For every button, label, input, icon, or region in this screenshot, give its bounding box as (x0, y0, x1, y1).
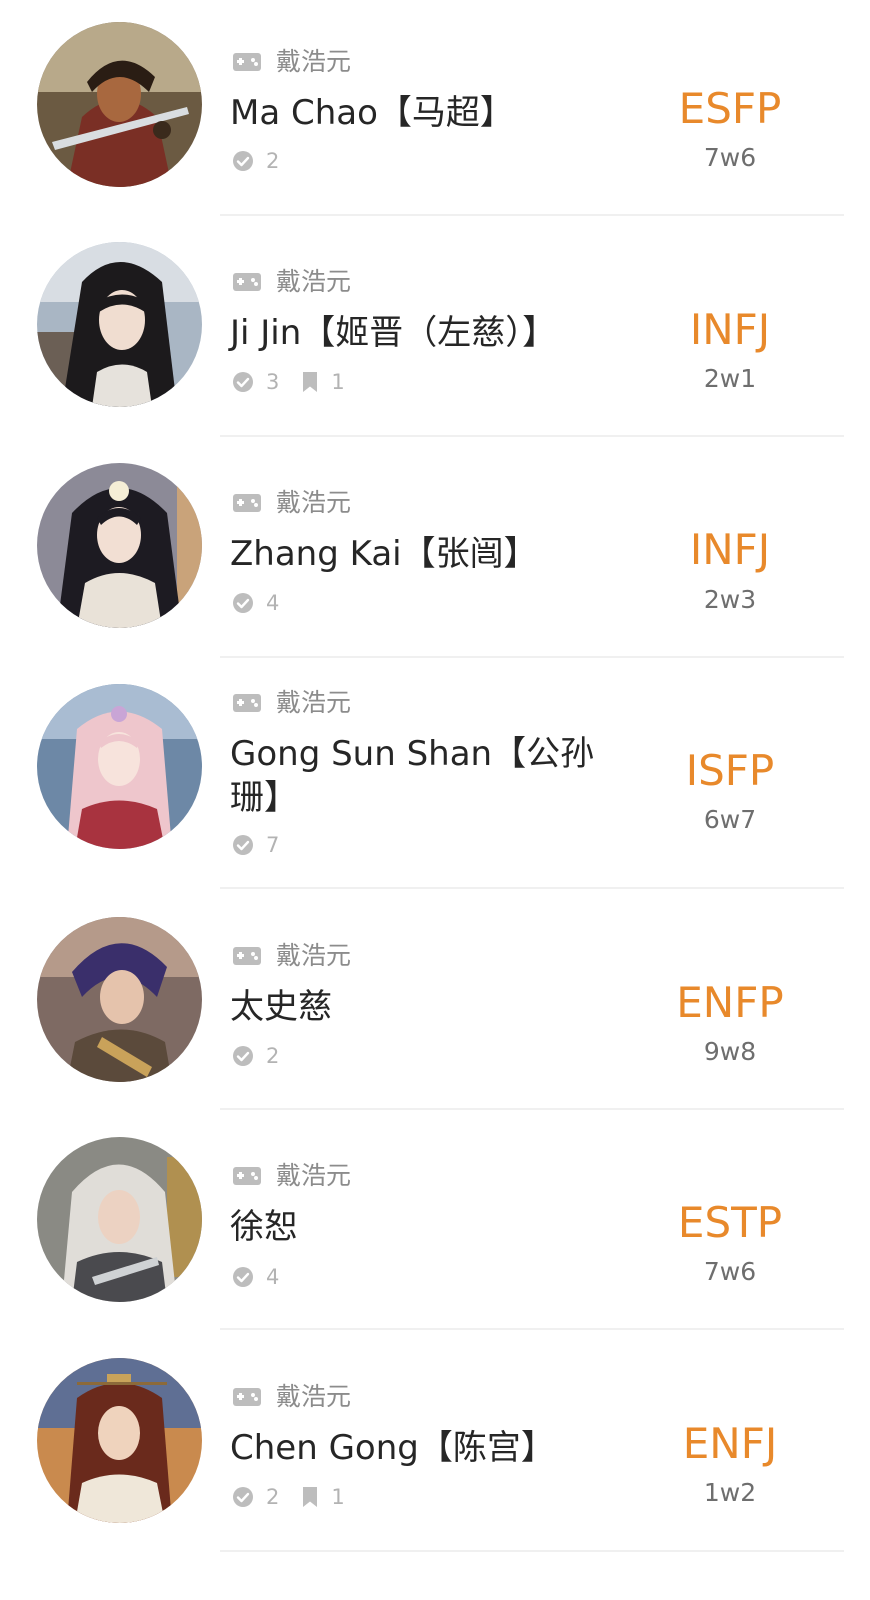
avatar[interactable] (37, 242, 202, 407)
vote-count: 4 (266, 1265, 280, 1289)
list-item[interactable]: 戴浩元 Gong Sun Shan【公孙珊】 7 ISFP 6w7 (0, 662, 870, 890)
source-label: 戴浩元 (276, 1161, 352, 1190)
check-circle-icon (233, 1046, 253, 1066)
gamepad-icon (233, 947, 261, 965)
enneagram-type: 2w1 (703, 364, 757, 393)
mbti-type: ENFJ (682, 1419, 778, 1468)
avatar[interactable] (37, 1358, 202, 1523)
source-line: 戴浩元 (232, 1382, 351, 1412)
vote-count: 2 (266, 149, 280, 173)
gamepad-icon (233, 1388, 261, 1406)
check-circle-icon (233, 151, 253, 171)
list-item[interactable]: 戴浩元 Ma Chao【马超】 2 ESFP 7w6 (0, 0, 870, 218)
profile-list: 戴浩元 Ma Chao【马超】 2 ESFP 7w6 戴浩元 Ji Jin【姬晋… (0, 0, 870, 1600)
stats-row: 2 (232, 1043, 301, 1069)
mbti-type: ENFP (676, 978, 784, 1027)
source-label: 戴浩元 (276, 1382, 352, 1411)
profile-name[interactable]: Gong Sun Shan【公孙珊】 (230, 732, 610, 820)
mbti-type: ESFP (678, 84, 782, 133)
profile-name[interactable]: Ji Jin【姬晋（左慈）】 (230, 311, 630, 355)
gamepad-icon (233, 694, 261, 712)
mbti-type: INFJ (689, 305, 771, 354)
check-circle-icon (233, 835, 253, 855)
vote-count: 2 (266, 1044, 280, 1068)
mbti-type: INFJ (689, 525, 771, 574)
source-line: 戴浩元 (232, 1161, 351, 1191)
enneagram-type: 7w6 (703, 1257, 757, 1286)
enneagram-type: 7w6 (703, 143, 757, 172)
comment-count: 1 (331, 370, 345, 394)
stats-row: 2 1 (232, 1484, 367, 1510)
comment-count: 1 (331, 1485, 345, 1509)
source-label: 戴浩元 (276, 47, 352, 76)
source-label: 戴浩元 (276, 688, 352, 717)
gamepad-icon (233, 273, 261, 291)
divider (220, 1328, 844, 1330)
stats-row: 3 1 (232, 369, 367, 395)
check-circle-icon (233, 1487, 253, 1507)
source-line: 戴浩元 (232, 488, 351, 518)
source-label: 戴浩元 (276, 941, 352, 970)
check-circle-icon (233, 593, 253, 613)
divider (220, 656, 844, 658)
list-item[interactable]: 戴浩元 太史慈 2 ENFP 9w8 (0, 892, 870, 1111)
source-label: 戴浩元 (276, 267, 352, 296)
source-line: 戴浩元 (232, 941, 351, 971)
vote-count: 4 (266, 591, 280, 615)
enneagram-type: 1w2 (703, 1478, 757, 1507)
avatar[interactable] (37, 917, 202, 1082)
profile-name[interactable]: 徐恕 (230, 1205, 630, 1249)
profile-name[interactable]: Zhang Kai【张闿】 (230, 532, 630, 576)
profile-name[interactable]: Chen Gong【陈宫】 (230, 1426, 630, 1470)
source-label: 戴浩元 (276, 488, 352, 517)
source-line: 戴浩元 (232, 688, 351, 718)
source-line: 戴浩元 (232, 47, 351, 77)
bookmark-icon (303, 372, 318, 392)
divider (220, 1108, 844, 1110)
stats-row: 4 (232, 1264, 301, 1290)
gamepad-icon (233, 494, 261, 512)
list-item[interactable]: 戴浩元 Chen Gong【陈宫】 2 1 ENFJ 1w2 (0, 1333, 870, 1555)
stats-row: 7 (232, 832, 301, 858)
avatar[interactable] (37, 463, 202, 628)
avatar[interactable] (37, 684, 202, 849)
mbti-type: ESTP (677, 1198, 783, 1247)
list-item[interactable]: 戴浩元 Zhang Kai【张闿】 4 INFJ 2w3 (0, 441, 870, 661)
divider (220, 1550, 844, 1552)
stats-row: 2 (232, 148, 301, 174)
avatar[interactable] (37, 22, 202, 187)
divider (220, 887, 844, 889)
divider (220, 435, 844, 437)
avatar[interactable] (37, 1137, 202, 1302)
source-line: 戴浩元 (232, 267, 351, 297)
stats-row: 4 (232, 590, 301, 616)
list-item[interactable]: 戴浩元 徐恕 4 ESTP 7w6 (0, 1112, 870, 1332)
profile-name[interactable]: Ma Chao【马超】 (230, 91, 630, 135)
enneagram-type: 6w7 (703, 805, 757, 834)
vote-count: 2 (266, 1485, 280, 1509)
check-circle-icon (233, 372, 253, 392)
bookmark-icon (303, 1487, 318, 1507)
vote-count: 7 (266, 833, 280, 857)
gamepad-icon (233, 1167, 261, 1185)
gamepad-icon (233, 53, 261, 71)
check-circle-icon (233, 1267, 253, 1287)
mbti-type: ISFP (685, 746, 775, 795)
divider (220, 214, 844, 216)
enneagram-type: 2w3 (703, 585, 757, 614)
list-item[interactable]: 戴浩元 Ji Jin【姬晋（左慈）】 3 1 INFJ 2w1 (0, 220, 870, 440)
vote-count: 3 (266, 370, 280, 394)
enneagram-type: 9w8 (703, 1037, 757, 1066)
profile-name[interactable]: 太史慈 (230, 985, 630, 1029)
